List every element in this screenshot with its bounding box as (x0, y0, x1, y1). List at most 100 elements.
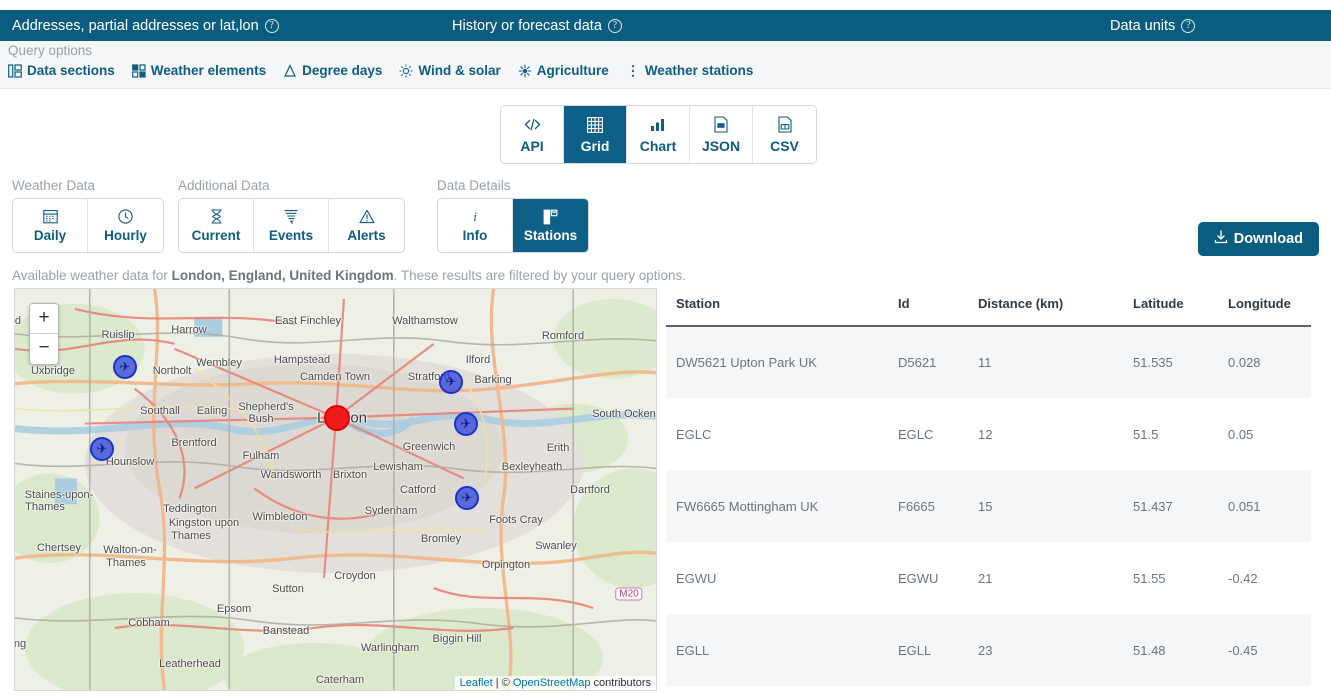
button-daily[interactable]: Daily (13, 199, 88, 252)
map-place-label: Ealing (197, 405, 228, 417)
column-header-distance[interactable]: Distance (km) (968, 296, 1123, 326)
tab-json-label: JSON (702, 138, 740, 154)
cell-station: EGLL (666, 614, 888, 686)
tab-grid[interactable]: Grid (564, 106, 627, 163)
group-weather-data: Weather Data Daily Hourly (12, 178, 164, 253)
button-alerts[interactable]: Alerts (329, 199, 404, 252)
query-option-agriculture[interactable]: Agriculture (518, 63, 618, 78)
openstreetmap-link[interactable]: OpenStreetMap (513, 677, 591, 689)
cell-longitude: -0.45 (1218, 614, 1311, 686)
map-place-label: Ruislip (101, 329, 134, 341)
csv-file-icon (778, 116, 792, 134)
download-label: Download (1234, 231, 1303, 247)
wind-solar-icon (399, 64, 413, 78)
query-bar-item-units[interactable]: Data units ? (1110, 18, 1195, 34)
map-attribution: Leaflet | © OpenStreetMap contributors (455, 676, 656, 690)
map-place-label: Bush (248, 413, 273, 425)
query-option-weather-stations[interactable]: Weather stations (626, 63, 763, 78)
tab-chart-label: Chart (640, 138, 677, 154)
station-marker-3[interactable]: ✈ (454, 412, 478, 436)
cell-distance: 15 (968, 470, 1123, 542)
cell-station: EGWU (666, 542, 888, 614)
airplane-icon: ✈ (457, 488, 477, 508)
map-place-label: Catford (400, 484, 436, 496)
station-marker-1[interactable]: ✈ (113, 355, 137, 379)
cell-longitude: 0.028 (1218, 326, 1311, 398)
query-option-data-sections[interactable]: Data sections (8, 63, 124, 78)
tab-csv[interactable]: CSV (753, 106, 816, 163)
help-icon[interactable]: ? (608, 19, 622, 33)
map-place-label: Leatherhead (159, 658, 221, 670)
map-place-label: Erith (547, 442, 570, 454)
button-hourly[interactable]: Hourly (88, 199, 163, 252)
stations-map[interactable]: + − Leaflet | © OpenStreetMap contributo… (14, 288, 657, 691)
tab-grid-label: Grid (581, 138, 610, 154)
column-header-id[interactable]: Id (888, 296, 968, 326)
help-icon[interactable]: ? (265, 19, 279, 33)
table-row[interactable]: DW5621 Upton Park UKD56211151.5350.028 (666, 326, 1311, 398)
query-option-weather-elements[interactable]: Weather elements (132, 63, 275, 78)
column-header-longitude[interactable]: Longitude (1218, 296, 1311, 326)
query-bar-item-address[interactable]: Addresses, partial addresses or lat,lon … (12, 18, 279, 34)
query-option-degree-days[interactable]: Degree days (283, 63, 391, 78)
group-weather-data-title: Weather Data (12, 178, 164, 193)
tornado-icon (284, 208, 298, 225)
tab-api[interactable]: API (501, 106, 564, 163)
map-place-label: ard (14, 315, 21, 327)
station-marker-2[interactable]: ✈ (439, 370, 463, 394)
query-bar-item-history[interactable]: History or forecast data ? (452, 18, 622, 34)
column-header-station[interactable]: Station (666, 296, 888, 326)
button-current-label: Current (192, 228, 241, 243)
airplane-icon: ✈ (456, 414, 476, 434)
weather-elements-icon (132, 64, 146, 78)
map-place-label: Romford (542, 330, 584, 342)
table-row[interactable]: EGWUEGWU2151.55-0.42 (666, 542, 1311, 614)
attrib-contributors: contributors (590, 677, 651, 689)
tab-chart[interactable]: Chart (627, 106, 690, 163)
group-data-details: Data Details i Info Station (437, 178, 589, 253)
help-icon[interactable]: ? (1181, 19, 1195, 33)
map-place-label: Hounslow (106, 456, 154, 468)
button-current[interactable]: Current (179, 199, 254, 252)
station-marker-home[interactable] (324, 405, 350, 431)
map-place-label: Northolt (153, 365, 192, 377)
button-info[interactable]: i Info (438, 199, 513, 252)
tab-json[interactable]: JSON (690, 106, 753, 163)
query-option-label: Weather stations (645, 63, 754, 78)
station-marker-4[interactable]: ✈ (90, 437, 114, 461)
cell-longitude: 0.051 (1218, 470, 1311, 542)
query-option-wind-solar[interactable]: Wind & solar (399, 63, 509, 78)
map-place-label: Uxbridge (31, 365, 75, 377)
query-option-label: Data sections (27, 63, 115, 78)
table-row[interactable]: FW6665 Mottingham UKF66651551.4370.051 (666, 470, 1311, 542)
button-info-label: Info (463, 228, 488, 243)
query-options-strip: Query options Data sections Weather e (0, 41, 1331, 89)
button-events[interactable]: Events (254, 199, 329, 252)
json-file-icon (714, 116, 728, 134)
map-place-label: Staines-upon- (25, 489, 94, 501)
station-marker-5[interactable]: ✈ (455, 486, 479, 510)
cell-id: F6665 (888, 470, 968, 542)
group-additional-data-buttons: Current Events Alerts (178, 198, 405, 253)
download-button[interactable]: Download (1198, 222, 1319, 256)
zoom-out-button[interactable]: − (30, 334, 58, 364)
cell-station: FW6665 Mottingham UK (666, 470, 888, 542)
map-place-label: Barking (474, 374, 511, 386)
button-events-label: Events (269, 228, 313, 243)
map-place-label: Foots Cray (489, 514, 543, 526)
map-place-label: Kingston upon (169, 517, 239, 529)
table-row[interactable]: EGLLEGLL2351.48-0.45 (666, 614, 1311, 686)
button-stations[interactable]: Stations (513, 199, 588, 252)
zoom-in-button[interactable]: + (30, 304, 58, 334)
cell-distance: 23 (968, 614, 1123, 686)
airplane-icon: ✈ (92, 439, 112, 459)
map-zoom-controls[interactable]: + − (29, 303, 59, 365)
clock-icon (118, 208, 133, 225)
button-hourly-label: Hourly (104, 228, 147, 243)
map-place-label: Bexleyheath (502, 461, 563, 473)
airplane-icon: ✈ (115, 357, 135, 377)
leaflet-link[interactable]: Leaflet (460, 677, 493, 689)
map-place-label: Biggin Hill (433, 633, 482, 645)
table-row[interactable]: EGLCEGLC1251.50.05 (666, 398, 1311, 470)
column-header-latitude[interactable]: Latitude (1123, 296, 1218, 326)
